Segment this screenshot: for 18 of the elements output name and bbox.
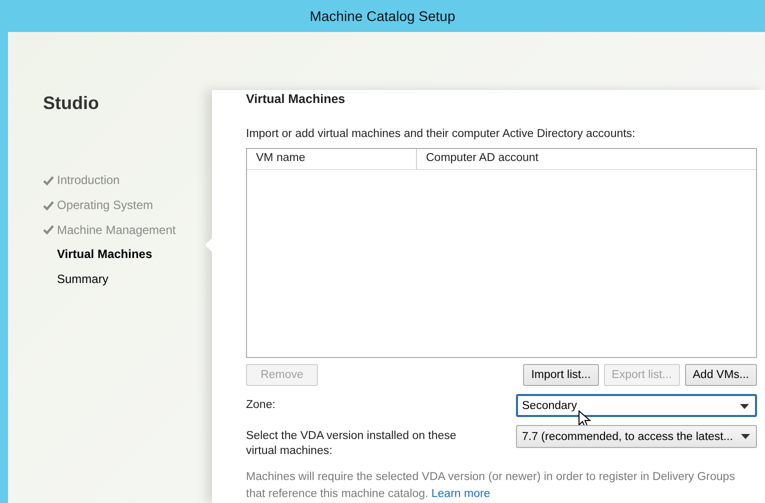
page-heading: Virtual Machines [246, 92, 346, 107]
action-button[interactable]: Add VMs... [684, 364, 757, 386]
dropdown[interactable]: 7.7 (recommended, to access the latest... [516, 425, 757, 448]
instruction-text: Import or add virtual machines and their computer Active Directory accounts: [246, 128, 636, 140]
caret-icon [741, 434, 750, 439]
sidebar-title: Studio [43, 93, 100, 114]
window-title: Machine Catalog Setup [308, 7, 456, 26]
step-label[interactable]: Summary [57, 272, 108, 286]
step-label[interactable]: Virtual Machines [57, 247, 152, 262]
field-label: Select the VDA version installed on these virtual machines: [246, 429, 458, 459]
field-label: Zone: [246, 398, 276, 413]
learn-more-link[interactable]: Learn more [431, 488, 490, 500]
info-text: Machines will require the selected VDA version (or newer) in order to register in Delivery Groups that reference this machine catalog. Learn more [246, 470, 736, 502]
column-header[interactable]: VM name [247, 149, 417, 169]
caret-icon [740, 404, 749, 409]
column-header[interactable]: Computer AD account [417, 149, 548, 169]
action-button[interactable]: Import list... [523, 364, 599, 386]
vm-table[interactable]: VM name Computer AD account [246, 148, 757, 358]
